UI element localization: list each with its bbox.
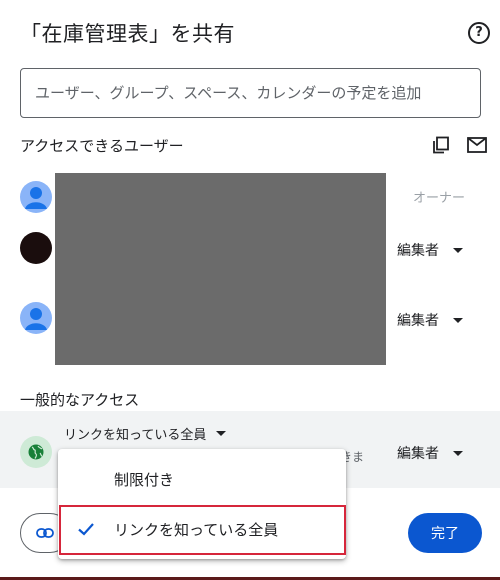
default-avatar-icon (25, 308, 47, 330)
caret-down-icon (453, 317, 463, 323)
role-dropdown[interactable]: 編集者 (397, 240, 463, 260)
caret-down-icon (216, 431, 227, 436)
mail-icon[interactable] (467, 137, 487, 153)
done-button[interactable]: 完了 (408, 513, 482, 553)
role-label: 編集者 (397, 446, 439, 462)
avatar (20, 232, 52, 264)
link-access-menu: 制限付き リンクを知っている全員 (58, 449, 346, 559)
owner-role-label: オーナー (413, 191, 466, 206)
default-avatar-icon (25, 187, 47, 209)
avatar (20, 181, 52, 213)
caret-down-icon (453, 450, 463, 456)
people-with-access-heading: アクセスできるユーザー (20, 137, 184, 155)
link-access-dropdown[interactable]: リンクを知っている全員 (64, 424, 227, 443)
role-label: 編集者 (397, 243, 439, 259)
help-icon[interactable]: ? (468, 22, 490, 44)
check-icon (78, 523, 94, 536)
link-icon (36, 528, 54, 538)
globe-icon (28, 444, 44, 460)
general-access-heading: 一般的なアクセス (20, 391, 140, 409)
redacted-user-info (55, 173, 386, 365)
menu-item-anyone-with-link[interactable]: リンクを知っている全員 (58, 505, 346, 553)
caret-down-icon (453, 247, 463, 253)
link-access-label: リンクを知っている全員 (64, 428, 207, 443)
menu-item-restricted[interactable]: 制限付き (58, 455, 346, 503)
globe-icon (20, 436, 52, 468)
dialog-title: 「在庫管理表」を共有 (20, 22, 235, 46)
general-role-dropdown[interactable]: 編集者 (397, 443, 463, 463)
share-input[interactable] (20, 68, 481, 118)
menu-item-label: 制限付き (114, 470, 175, 489)
role-label: 編集者 (397, 313, 439, 329)
menu-item-label: リンクを知っている全員 (114, 520, 279, 539)
copy-icon[interactable] (432, 136, 450, 154)
role-dropdown[interactable]: 編集者 (397, 310, 463, 330)
avatar (20, 302, 52, 334)
